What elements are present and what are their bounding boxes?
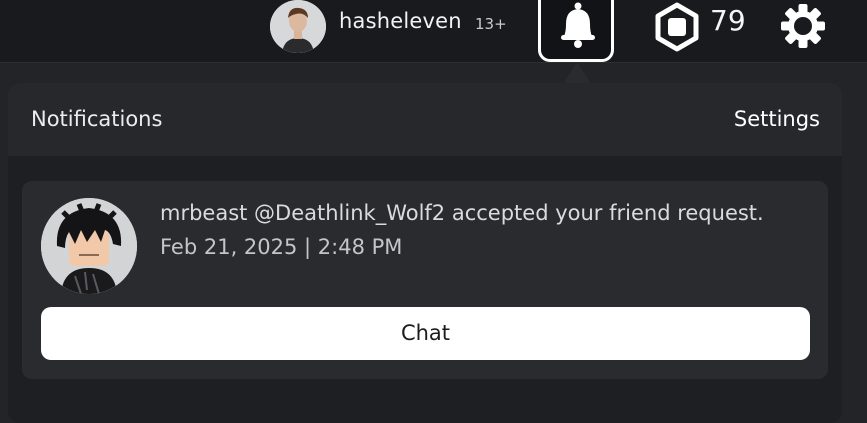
notification-timestamp: Feb 21, 2025 | 2:48 PM xyxy=(160,235,403,259)
friend-avatar-image xyxy=(41,198,137,294)
user-avatar[interactable] xyxy=(270,0,326,53)
popover-caret xyxy=(563,62,591,84)
notification-card: mrbeast @Deathlink_Wolf2 accepted your f… xyxy=(22,181,828,379)
top-navigation-bar: hasheleven 13+ 79 xyxy=(0,0,867,63)
robux-icon[interactable] xyxy=(651,0,703,54)
user-avatar-image xyxy=(270,0,326,53)
gear-icon[interactable] xyxy=(777,0,829,52)
notifications-header: Notifications Settings xyxy=(8,83,842,156)
notification-message: mrbeast @Deathlink_Wolf2 accepted your f… xyxy=(160,201,764,225)
chat-button[interactable]: Chat xyxy=(41,307,810,360)
notification-settings-link[interactable]: Settings xyxy=(734,107,820,131)
age-badge: 13+ xyxy=(475,15,507,33)
notifications-title: Notifications xyxy=(31,107,163,131)
robux-balance[interactable]: 79 xyxy=(710,4,746,37)
username-label[interactable]: hasheleven xyxy=(339,9,462,33)
notifications-panel: Notifications Settings mrbeast @Deathlin… xyxy=(8,83,842,423)
notifications-button[interactable] xyxy=(538,0,614,62)
friend-avatar[interactable] xyxy=(41,198,137,294)
bell-icon xyxy=(561,2,595,48)
